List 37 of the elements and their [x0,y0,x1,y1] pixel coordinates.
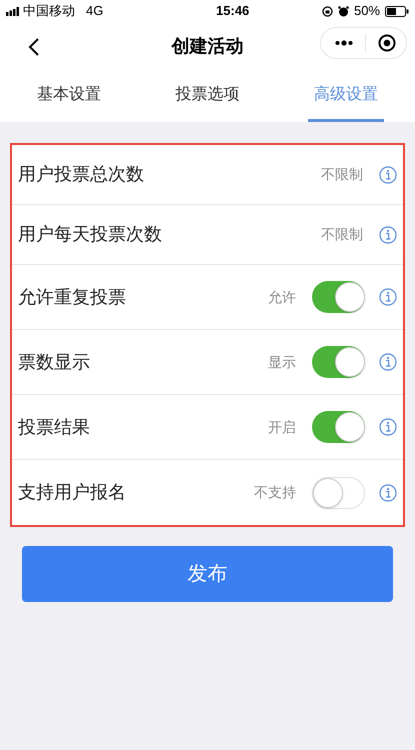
info-icon[interactable] [379,166,397,184]
tab[interactable]: 基本设置 [31,70,108,122]
setting-label: 用户每天投票次数 [18,223,163,246]
toggle-switch[interactable] [312,476,365,508]
info-icon[interactable] [379,353,397,371]
info-icon[interactable] [379,226,397,244]
setting-value: 开启 [268,418,296,436]
setting-value: 不支持 [254,483,296,502]
signal-icon [6,6,20,16]
carrier-text: 中国移动 [23,2,75,20]
info-icon[interactable] [379,288,397,306]
status-time: 15:46 [216,2,250,20]
tab[interactable]: 投票选项 [169,70,246,122]
setting-value: 不限制 [321,165,363,184]
toggle-switch[interactable] [312,346,365,378]
toggle-switch[interactable] [312,281,365,313]
toggle-switch[interactable] [312,411,365,443]
battery-text: 50% [354,2,380,20]
publish-button[interactable]: 发布 [22,546,393,602]
back-icon[interactable] [28,38,40,56]
battery-icon [385,6,409,16]
network-text: 4G [86,2,104,20]
setting-label: 用户投票总次数 [18,163,145,186]
close-icon[interactable] [378,34,396,52]
setting-label: 允许重复投票 [18,286,127,308]
setting-value: 允许 [268,288,296,306]
setting-label: 票数显示 [18,350,91,374]
info-icon[interactable] [379,418,397,436]
more-icon[interactable] [335,40,353,46]
rotation-lock-icon [322,6,333,16]
alarm-icon [338,6,349,16]
setting-value: 显示 [268,352,296,372]
page-title: 创建活动 [172,34,244,58]
info-icon[interactable] [379,484,397,502]
setting-label: 投票结果 [18,416,91,438]
setting-value: 不限制 [321,225,363,244]
setting-label: 支持用户报名 [18,481,127,504]
